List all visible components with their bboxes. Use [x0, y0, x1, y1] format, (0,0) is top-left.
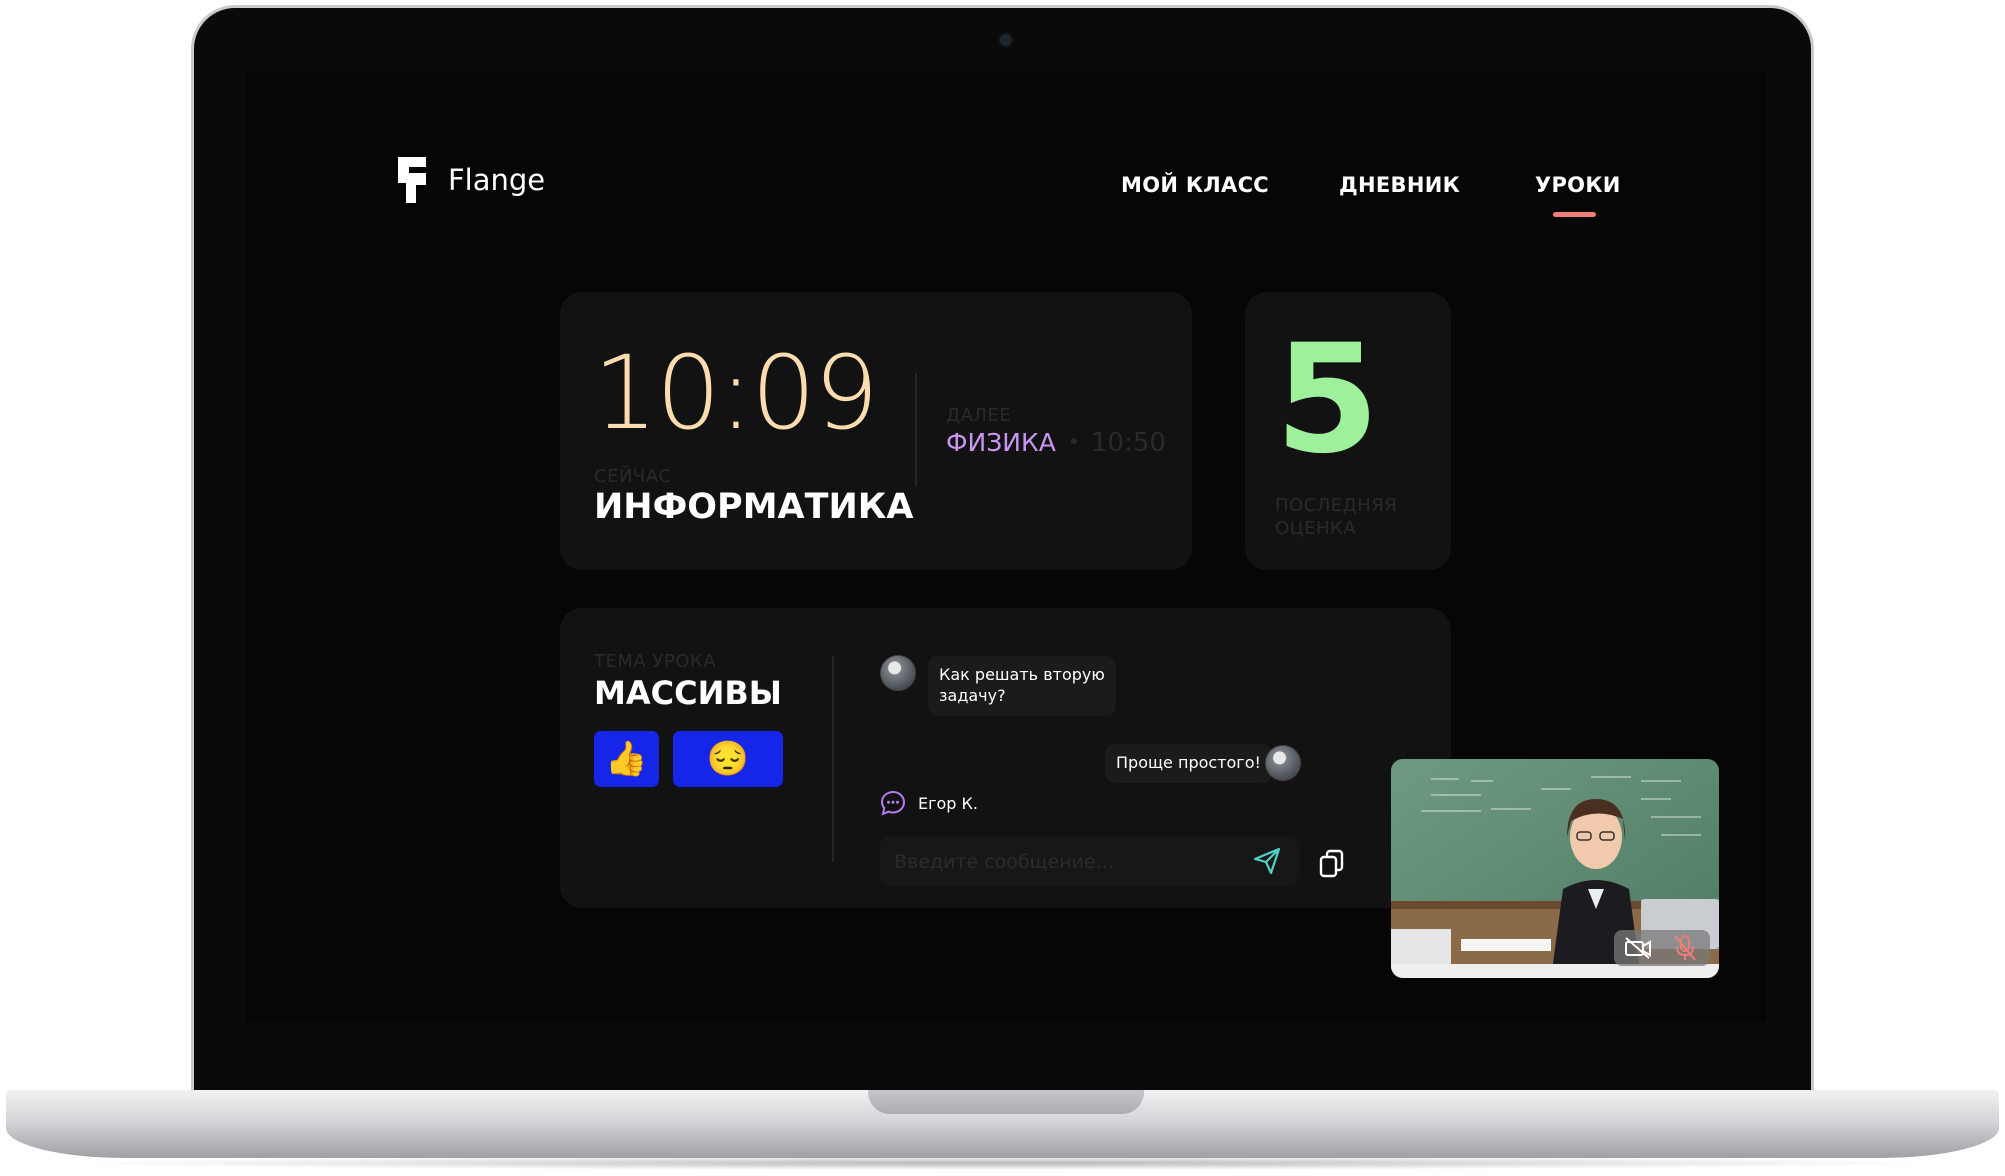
topic-chat-divider: [832, 656, 834, 862]
lesson-divider: [915, 373, 917, 487]
mic-off-icon[interactable]: [1672, 933, 1698, 963]
next-subject[interactable]: ФИЗИКА: [946, 428, 1056, 457]
app-logo[interactable]: Flange: [398, 157, 545, 203]
nav-diary[interactable]: ДНЕВНИК: [1339, 173, 1460, 197]
app-name: Flange: [448, 163, 546, 197]
typing-user: Егор К.: [918, 794, 978, 813]
camera-off-icon[interactable]: [1623, 936, 1653, 960]
grade-label-1: ПОСЛЕДНЯЯ: [1275, 495, 1398, 516]
chat-bubble-icon: [880, 790, 906, 816]
laptop-shadow: [60, 1156, 1945, 1170]
thumbs-up-icon: 👍: [605, 740, 648, 778]
grade-label-2: ОЦЕНКА: [1275, 518, 1357, 539]
sad-face-icon: 😔: [706, 740, 750, 778]
now-label: СЕЙЧАС: [594, 466, 672, 487]
chat-message-line-2: задачу?: [939, 685, 1006, 705]
reaction-thumbs-up-button[interactable]: 👍: [594, 731, 659, 787]
last-grade-value: 5: [1275, 313, 1380, 487]
topic-label: ТЕМА УРОКА: [594, 651, 717, 672]
chat-message-outgoing: Проще простого!: [1105, 744, 1272, 783]
flange-logo-icon: [398, 157, 426, 203]
next-label: ДАЛЕЕ: [946, 405, 1012, 426]
chat-message-line-1: Как решать вторую: [939, 665, 1105, 684]
nav-my-class[interactable]: МОЙ КЛАСС: [1121, 173, 1269, 197]
next-separator-dot: [1071, 438, 1077, 444]
student-avatar[interactable]: [880, 655, 916, 691]
current-subject: ИНФОРМАТИКА: [594, 487, 914, 527]
laptop-notch: [868, 1090, 1144, 1114]
reaction-sad-button[interactable]: 😔: [673, 731, 783, 787]
copy-icon[interactable]: [1318, 848, 1346, 878]
send-icon[interactable]: [1252, 847, 1282, 875]
nav-active-indicator: [1553, 212, 1596, 217]
nav-lessons[interactable]: УРОКИ: [1535, 173, 1621, 197]
next-time: 10:50: [1091, 428, 1166, 458]
current-time: 10:09: [593, 334, 879, 453]
webcam: [1000, 34, 1012, 46]
teacher-avatar[interactable]: [1265, 745, 1301, 781]
topic-title: МАССИВЫ: [594, 674, 782, 712]
chat-message-incoming: Как решать вторую задачу?: [928, 656, 1116, 716]
message-input[interactable]: [892, 836, 1236, 888]
message-input-box[interactable]: [880, 836, 1300, 888]
